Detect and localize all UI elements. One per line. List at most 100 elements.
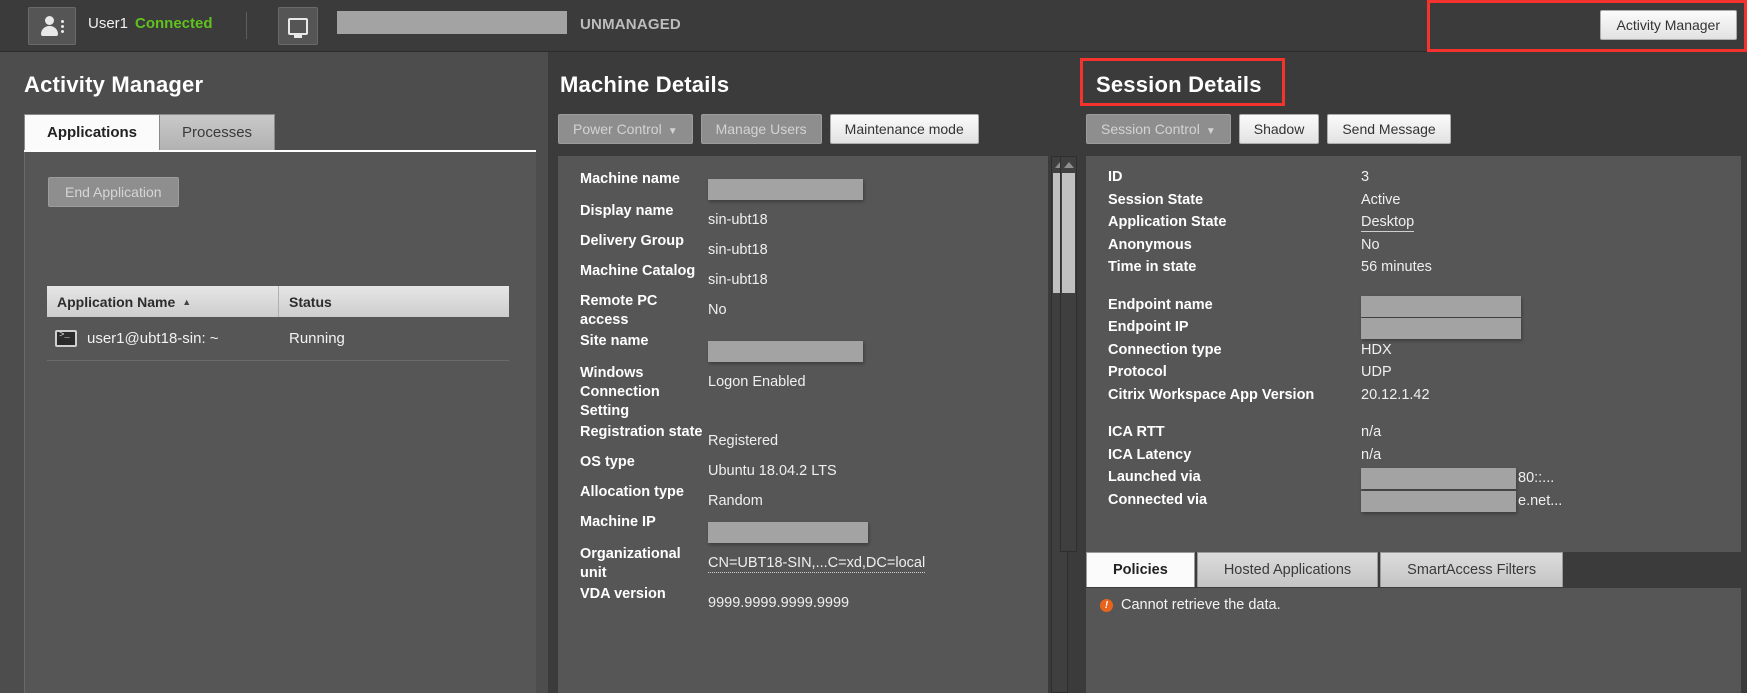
error-message-text: Cannot retrieve the data.	[1121, 597, 1281, 613]
monitor-icon	[288, 17, 308, 35]
error-icon: !	[1100, 598, 1113, 612]
detail-value: Random	[708, 483, 1028, 511]
detail-row: Allocation type Random	[558, 483, 1048, 513]
session-bottom-tabs: Policies Hosted Applications SmartAccess…	[1086, 552, 1565, 587]
detail-value: 80::...	[1361, 468, 1721, 489]
detail-row: Endpoint name	[1086, 295, 1741, 319]
scrollbar-thumb[interactable]	[1062, 173, 1075, 293]
detail-label: Citrix Workspace App Version	[1108, 386, 1315, 403]
application-name-text: user1@ubt18-sin: ~	[87, 330, 219, 347]
detail-row-spacer	[1086, 281, 1741, 296]
session-details-title: Session Details	[1096, 72, 1262, 97]
policies-tab-body: ! Cannot retrieve the data.	[1086, 588, 1741, 693]
detail-value: n/a	[1361, 423, 1721, 442]
machine-details-title: Machine Details	[560, 72, 730, 97]
tab-smartaccess-filters[interactable]: SmartAccess Filters	[1380, 552, 1564, 587]
detail-value-text: sin-ubt18	[708, 272, 768, 288]
detail-value-text: sin-ubt18	[708, 242, 768, 258]
detail-value: e.net...	[1361, 490, 1721, 512]
top-bar: User1 Connected UNMANAGED Activity Manag…	[0, 0, 1747, 52]
detail-label: Machine name	[580, 171, 680, 187]
detail-row: Organizational unit CN=UBT18-SIN,...C=xd,…	[558, 545, 1048, 585]
detail-label: ICA RTT	[1108, 424, 1165, 440]
user-name: User1	[88, 15, 129, 32]
chevron-down-icon: ▼	[1205, 126, 1216, 137]
detail-row: OS type Ubuntu 18.04.2 LTS	[558, 453, 1048, 483]
detail-label: Anonymous	[1108, 236, 1192, 253]
session-details-panel: Session Details Session Control ▼ Shadow …	[1060, 52, 1747, 693]
detail-value: sin-ubt18	[708, 262, 1028, 290]
send-message-button[interactable]: Send Message	[1327, 114, 1451, 144]
machine-tile[interactable]	[278, 7, 318, 45]
detail-label: Registration state	[580, 424, 703, 440]
detail-value: UDP	[1361, 363, 1721, 382]
detail-value-text: Random	[708, 493, 763, 509]
activity-manager-tabs: Applications Processes	[24, 114, 276, 150]
detail-value-text: 3	[1361, 169, 1370, 185]
detail-value-text[interactable]: CN=UBT18-SIN,...C=xd,DC=local	[708, 555, 926, 573]
session-details-scrollbar[interactable]	[1060, 156, 1077, 552]
cell-status: Running	[289, 330, 345, 347]
detail-label: VDA version	[580, 586, 666, 602]
shadow-button[interactable]: Shadow	[1238, 114, 1320, 144]
detail-value: No	[1361, 236, 1721, 255]
detail-label: Display name	[580, 203, 674, 219]
end-application-button[interactable]: End Application	[48, 177, 179, 207]
tab-applications[interactable]: Applications	[24, 114, 161, 150]
detail-value-text: 9999.9999.9999.9999	[708, 595, 850, 611]
detail-value-text: Active	[1361, 191, 1401, 208]
detail-label: Time in state	[1108, 259, 1197, 275]
detail-value-text[interactable]: Desktop	[1361, 214, 1415, 232]
detail-row: VDA version 9999.9999.9999.9999	[558, 585, 1048, 615]
detail-row: Remote PC access No	[558, 292, 1048, 332]
detail-label: Protocol	[1108, 364, 1167, 380]
column-header-application-name[interactable]: Application Name ▲	[47, 286, 279, 317]
applications-table: Application Name ▲ Status user1@ubt18-si…	[47, 286, 509, 361]
session-control-button[interactable]: Session Control ▼	[1086, 114, 1231, 144]
detail-value: No	[708, 292, 1028, 320]
detail-label: ICA Latency	[1108, 446, 1192, 463]
scroll-up-icon[interactable]	[1063, 162, 1074, 168]
detail-value-text: UDP	[1361, 364, 1392, 380]
detail-label: Application State	[1108, 214, 1227, 230]
detail-row: Machine IP	[558, 513, 1048, 545]
detail-value	[1361, 295, 1721, 317]
applications-tab-body: End Application Application Name ▲ Statu…	[24, 152, 536, 693]
detail-value: sin-ubt18	[708, 232, 1028, 260]
detail-value-text: 20.12.1.42	[1361, 386, 1430, 403]
detail-row: Launched via 80::...	[1086, 468, 1741, 491]
detail-value: 56 minutes	[1361, 258, 1721, 277]
column-header-application-name-label: Application Name	[57, 293, 176, 310]
tab-processes[interactable]: Processes	[159, 114, 276, 150]
detail-label: Endpoint name	[1108, 296, 1213, 313]
tab-policies[interactable]: Policies	[1086, 552, 1195, 587]
error-message-row: ! Cannot retrieve the data.	[1100, 597, 1281, 613]
detail-value-text: sin-ubt18	[708, 212, 768, 228]
user-tile[interactable]	[28, 7, 76, 45]
detail-value-text: 56 minutes	[1361, 259, 1432, 275]
power-control-label: Power Control	[573, 121, 662, 137]
maintenance-mode-button[interactable]: Maintenance mode	[829, 114, 979, 144]
detail-label: Allocation type	[580, 484, 684, 500]
toolbar-divider	[246, 12, 247, 39]
detail-row: Protocol UDP	[1086, 363, 1741, 386]
detail-label: Remote PC access	[580, 293, 658, 328]
detail-value-text: n/a	[1361, 446, 1382, 463]
column-header-status[interactable]: Status	[279, 286, 509, 317]
detail-value-text: Registered	[708, 433, 779, 449]
power-control-button[interactable]: Power Control ▼	[558, 114, 693, 144]
detail-row: Connection type HDX	[1086, 341, 1741, 364]
tab-hosted-applications[interactable]: Hosted Applications	[1196, 552, 1379, 587]
unmanaged-label: UNMANAGED	[580, 16, 681, 33]
detail-value	[708, 513, 1028, 543]
activity-manager-button[interactable]: Activity Manager	[1599, 10, 1737, 40]
detail-label: Site name	[580, 333, 649, 349]
activity-manager-title: Activity Manager	[24, 72, 204, 97]
session-action-buttons: Session Control ▼ Shadow Send Message	[1086, 114, 1451, 144]
table-row[interactable]: user1@ubt18-sin: ~ Running	[47, 317, 509, 361]
detail-label: Session State	[1108, 191, 1204, 208]
detail-row: Display name sin-ubt18	[558, 202, 1048, 232]
manage-users-button[interactable]: Manage Users	[700, 114, 822, 144]
detail-row: Application State Desktop	[1086, 213, 1741, 236]
detail-row: ID 3	[1086, 168, 1741, 191]
